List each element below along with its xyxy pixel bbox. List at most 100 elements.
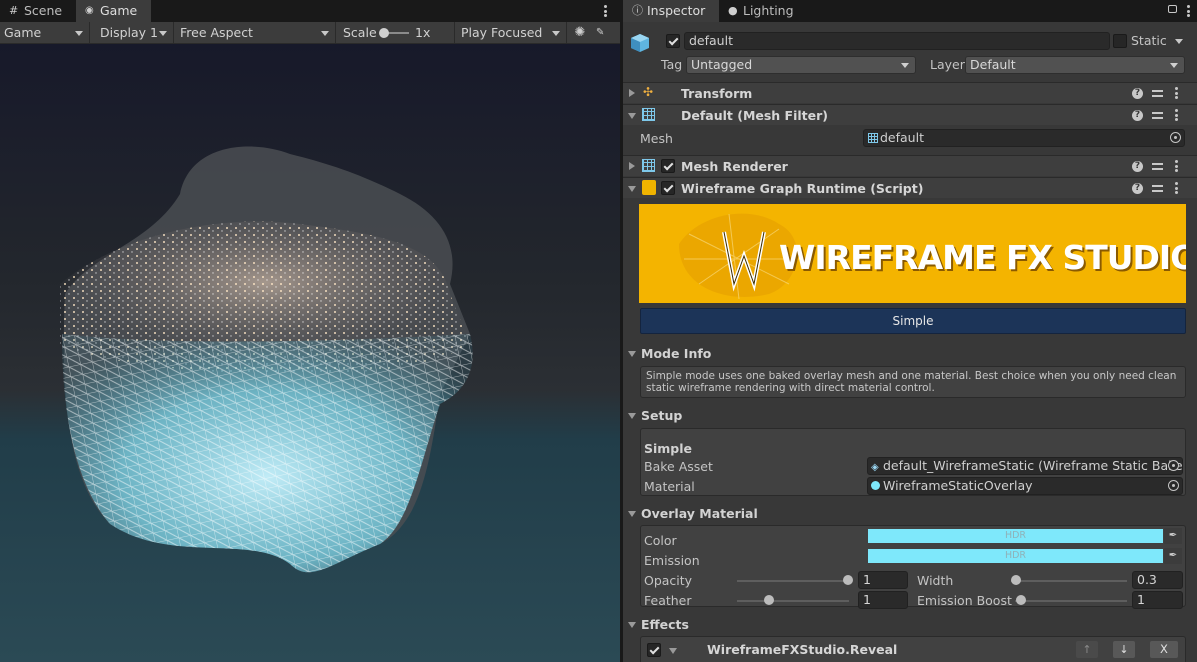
mesh-renderer-enabled-checkbox[interactable] (661, 159, 675, 173)
transform-header[interactable]: ✣ Transform ? (623, 82, 1197, 103)
feather-slider-knob[interactable] (764, 595, 774, 605)
effect-enabled-checkbox[interactable] (647, 643, 661, 657)
opacity-slider-knob[interactable] (843, 575, 853, 585)
move-up-button[interactable]: ↑ (1076, 641, 1098, 658)
remove-effect-button[interactable]: X (1150, 641, 1178, 658)
eyedropper-icon[interactable]: ✒ (1164, 548, 1182, 564)
tab-lighting[interactable]: ● Lighting (719, 0, 809, 22)
mode-simple-label: Simple (892, 314, 934, 328)
eyedropper-icon[interactable]: ✒ (1164, 528, 1182, 544)
lock-icon[interactable] (1168, 5, 1177, 13)
chevron-down-icon (901, 63, 909, 68)
tag-label: Tag (661, 57, 683, 72)
component-menu-icon[interactable] (1175, 160, 1178, 172)
feather-input[interactable]: 1 (858, 591, 908, 609)
help-icon[interactable]: ? (1132, 161, 1143, 172)
chevron-down-icon[interactable] (1175, 39, 1183, 44)
bug-icon[interactable]: ✺ (572, 25, 588, 41)
mesh-renderer-title: Mesh Renderer (681, 159, 788, 174)
width-slider-knob[interactable] (1011, 575, 1021, 585)
layer-dropdown[interactable]: Default (965, 56, 1185, 74)
mesh-grid-icon (642, 108, 655, 121)
collapse-arrow-icon[interactable] (669, 648, 677, 654)
tab-inspector[interactable]: ⓘ Inspector (623, 0, 719, 22)
opacity-slider[interactable] (737, 580, 849, 582)
presets-icon[interactable] (1152, 110, 1163, 121)
scale-slider-knob[interactable] (379, 28, 389, 38)
material-field[interactable]: WireframeStaticOverlay (867, 477, 1183, 495)
help-icon[interactable]: ? (1132, 183, 1143, 194)
collapse-arrow-icon[interactable] (628, 413, 636, 419)
effect-name: WireframeFXStudio.Reveal (707, 642, 898, 657)
opacity-input[interactable]: 1 (858, 571, 908, 589)
object-picker-icon[interactable] (1168, 480, 1179, 491)
object-picker-icon[interactable] (1170, 132, 1181, 143)
presets-icon[interactable] (1152, 88, 1163, 99)
color-swatch[interactable]: HDR (868, 529, 1163, 543)
mode-simple-button[interactable]: Simple (640, 308, 1186, 334)
feather-slider[interactable] (737, 600, 849, 602)
mesh-object-field[interactable]: default (863, 129, 1185, 147)
chevron-down-icon (552, 31, 560, 36)
overlay-material-header[interactable]: Overlay Material (641, 506, 758, 521)
tab-game[interactable]: ◉ Game (76, 0, 151, 22)
script-enabled-checkbox[interactable] (661, 181, 675, 195)
tab-scene[interactable]: # Scene (0, 0, 76, 22)
move-down-button[interactable]: ↓ (1113, 641, 1135, 658)
static-checkbox[interactable] (1113, 34, 1127, 48)
collapse-arrow-icon[interactable] (628, 622, 636, 628)
object-name-field[interactable]: default (684, 32, 1110, 50)
presets-icon[interactable] (1152, 183, 1163, 194)
color-hdr-label: HDR (1004, 530, 1027, 541)
grid-icon: # (9, 4, 19, 17)
asset-icon: ◈ (871, 462, 879, 473)
mesh-renderer-header[interactable]: Mesh Renderer ? (623, 155, 1197, 176)
display-dropdown[interactable]: Display 1 (96, 22, 174, 44)
gizmos-icon[interactable]: ✎ (596, 25, 614, 41)
component-menu-icon[interactable] (1175, 87, 1178, 99)
help-icon[interactable]: ? (1132, 110, 1143, 121)
scale-control[interactable]: Scale 1x (339, 22, 455, 44)
inspector-menu-icon[interactable] (1187, 5, 1190, 17)
emission-swatch[interactable]: HDR (868, 549, 1163, 563)
width-input[interactable]: 0.3 (1132, 571, 1183, 589)
component-menu-icon[interactable] (1175, 182, 1178, 194)
object-picker-icon[interactable] (1168, 460, 1179, 471)
overlay-material-box: Color HDR ✒ Emission HDR ✒ Opacity 1 Wid… (640, 525, 1186, 609)
game-viewport[interactable] (0, 44, 620, 662)
script-header[interactable]: Wireframe Graph Runtime (Script) ? (623, 177, 1197, 198)
info-icon: ⓘ (632, 4, 643, 17)
display-mode-dropdown[interactable]: Game (0, 22, 90, 44)
emission-boost-slider-knob[interactable] (1016, 595, 1026, 605)
play-mode-value: Play Focused (461, 25, 543, 40)
width-slider[interactable] (1011, 580, 1127, 582)
scale-value: 1x (415, 25, 431, 40)
active-checkbox[interactable] (666, 34, 680, 48)
mesh-value: default (880, 130, 924, 145)
bake-asset-value: default_WireframeStatic (Wireframe Stati… (883, 458, 1183, 473)
chevron-down-icon (321, 31, 329, 36)
lightbulb-icon: ● (728, 4, 738, 17)
aspect-dropdown[interactable]: Free Aspect (176, 22, 336, 44)
tag-dropdown[interactable]: Untagged (686, 56, 916, 74)
left-panel-menu-icon[interactable] (604, 5, 607, 17)
width-label: Width (917, 573, 954, 588)
left-tab-bar: # Scene ◉ Game (0, 0, 620, 22)
component-menu-icon[interactable] (1175, 109, 1178, 121)
collapse-arrow-icon[interactable] (628, 351, 636, 357)
emission-boost-slider[interactable] (1015, 600, 1127, 602)
help-icon[interactable]: ? (1132, 88, 1143, 99)
mode-info-header[interactable]: Mode Info (641, 346, 711, 361)
effects-header[interactable]: Effects (641, 617, 689, 632)
collapse-arrow-icon[interactable] (628, 511, 636, 517)
emission-boost-input[interactable]: 1 (1132, 591, 1183, 609)
mesh-filter-header[interactable]: Default (Mesh Filter) ? (623, 104, 1197, 125)
mesh-label: Mesh (640, 131, 673, 146)
setup-subheader: Simple (644, 441, 693, 456)
bake-asset-field[interactable]: ◈ default_WireframeStatic (Wireframe Sta… (867, 457, 1183, 475)
presets-icon[interactable] (1152, 161, 1163, 172)
tab-scene-label: Scene (24, 3, 63, 18)
layer-value: Default (970, 57, 1016, 72)
setup-header[interactable]: Setup (641, 408, 682, 423)
play-mode-dropdown[interactable]: Play Focused (457, 22, 567, 44)
